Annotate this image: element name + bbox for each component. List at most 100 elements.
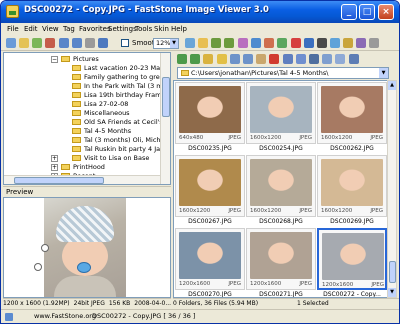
tree-item[interactable]: Tal Ruskin bit party 4 Jan 08	[72, 145, 170, 154]
thumbnail-card[interactable]: 1600x1200 JPEG DSC00254.JPG	[246, 82, 316, 154]
thumbnail-image	[179, 159, 241, 206]
thumbnail-card[interactable]: 640x480 JPEG DSC00235.JPG	[175, 82, 245, 154]
folder-icon	[72, 128, 81, 134]
thumbnail-card[interactable]: 1200x1600 JPEG DSC00270.JPG	[175, 228, 245, 297]
menu-help[interactable]: Help	[171, 25, 187, 33]
zoom-select[interactable]: 12% ▼	[153, 38, 179, 49]
maximize-button[interactable]: □	[359, 4, 375, 20]
delete-file-icon[interactable]	[269, 54, 279, 64]
print-icon[interactable]	[317, 38, 327, 48]
title-bar[interactable]: DSC00272 - Copy.JPG - FastStone Image Vi…	[1, 1, 399, 23]
move-icon[interactable]	[243, 54, 253, 64]
open-icon[interactable]	[19, 38, 29, 48]
tree-item-selected[interactable]: Tal 4-5 Months	[72, 127, 131, 136]
tree-item[interactable]: Tal (3 months) Oli, Micha	[72, 136, 165, 145]
close-button[interactable]: ×	[378, 4, 394, 20]
expand-icon[interactable]: +	[51, 155, 58, 162]
menu-file[interactable]: File	[7, 25, 19, 33]
menu-tag[interactable]: Tag	[63, 25, 75, 33]
zoom-in-icon[interactable]	[59, 38, 69, 48]
menu-skin[interactable]: Skin	[154, 25, 169, 33]
new-folder-icon[interactable]	[256, 54, 266, 64]
back-arrow-icon[interactable]	[177, 54, 187, 64]
folder-icon	[72, 155, 81, 161]
flip-icon[interactable]	[238, 38, 248, 48]
scroll-thumb[interactable]	[162, 77, 170, 117]
fullscreen-icon[interactable]	[185, 38, 195, 48]
menu-tools[interactable]: Tools	[135, 25, 152, 33]
tree-item[interactable]: Lisa 19th birthday Frame resiz	[72, 91, 170, 100]
red-eye-icon[interactable]	[291, 38, 301, 48]
menu-view[interactable]: View	[42, 25, 59, 33]
email-icon[interactable]	[304, 38, 314, 48]
rotate-left-icon[interactable]	[211, 38, 221, 48]
fit-window-icon[interactable]	[98, 38, 108, 48]
collapse-icon[interactable]: −	[51, 56, 58, 63]
slideshow-icon[interactable]	[330, 38, 340, 48]
thumbnail-card[interactable]: 1600x1200 JPEG DSC00269.JPG	[317, 155, 387, 227]
thumbnail-size-icon[interactable]	[296, 54, 306, 64]
thumbnail-card[interactable]: 1200x1600 JPEG DSC00271.JPG	[246, 228, 316, 297]
help-icon[interactable]	[369, 38, 379, 48]
rotate-right-icon[interactable]	[224, 38, 234, 48]
select-all-icon[interactable]	[283, 54, 293, 64]
thumbnail-format: JPEG	[228, 208, 241, 214]
copy-icon[interactable]	[230, 54, 240, 64]
star-icon[interactable]	[198, 38, 208, 48]
menu-favorites[interactable]: Favorites	[79, 25, 111, 33]
favorite-star-icon[interactable]	[217, 54, 227, 64]
magnifier-icon[interactable]	[34, 263, 42, 271]
menu-settings[interactable]: Settings	[108, 25, 137, 33]
thumbnail-card[interactable]: 1600x1200 JPEG DSC00262.JPG	[317, 82, 387, 154]
thumbnail-grid: 640x480 JPEG DSC00235.JPG 1600x1200 JPEG D…	[173, 80, 391, 298]
tree-item-printhood[interactable]: PrintHood	[61, 163, 105, 172]
scroll-thumb[interactable]	[389, 261, 396, 283]
website-link[interactable]: www.FastStone.org	[34, 310, 96, 323]
settings-icon[interactable]	[343, 38, 353, 48]
tree-item[interactable]: Family gathering to greet Tevy	[72, 73, 170, 82]
smooth-checkbox[interactable]	[121, 39, 129, 47]
tree-item[interactable]: Old SA Friends at Cecil's	[72, 118, 163, 127]
minimize-button[interactable]: _	[341, 4, 357, 20]
thumbnail-meta: 1600x1200 JPEG	[321, 135, 383, 141]
color-icon[interactable]	[277, 38, 287, 48]
tree-item-pictures[interactable]: Pictures	[61, 55, 99, 64]
tree-item[interactable]: Last vacation 20-23 March 2...	[72, 64, 170, 73]
filter-icon[interactable]	[349, 54, 359, 64]
browse-icon[interactable]	[32, 38, 42, 48]
thumbnail-meta: 1200x1600 JPEG	[179, 281, 241, 287]
tree-item[interactable]: Visit to Lisa on Base	[72, 154, 149, 163]
back-icon[interactable]	[6, 38, 16, 48]
chevron-down-icon[interactable]: ▼	[379, 68, 388, 78]
resize-icon[interactable]	[264, 38, 274, 48]
address-bar[interactable]: C:\Users\jonathan\Pictures\Tal 4-5 Month…	[177, 67, 389, 79]
tree-horizontal-scrollbar[interactable]	[4, 175, 160, 184]
folder-up-icon[interactable]	[203, 54, 213, 64]
tree-item[interactable]: In the Park with Tal (3 months	[72, 82, 170, 91]
thumbnail-image	[250, 232, 312, 279]
scroll-thumb[interactable]	[14, 177, 104, 184]
zoom-out-icon[interactable]	[72, 38, 82, 48]
tree-item[interactable]: Miscellaneous	[72, 109, 130, 118]
compare-icon[interactable]	[356, 38, 366, 48]
thumbnail-card[interactable]: 1600x1200 JPEG DSC00268.JPG	[246, 155, 316, 227]
faststone-logo-icon	[5, 313, 13, 321]
thumbnail-card-selected[interactable]: 1200x1600 JPEG DSC00272 - Copy...	[317, 228, 387, 297]
scroll-down-icon[interactable]: ▼	[388, 288, 396, 297]
menu-edit[interactable]: Edit	[24, 25, 38, 33]
details-view-icon[interactable]	[335, 54, 345, 64]
crop-icon[interactable]	[251, 38, 261, 48]
tree-vertical-scrollbar[interactable]	[160, 53, 170, 184]
tree-item[interactable]: Lisa 27-02-08	[72, 100, 128, 109]
grid-vertical-scrollbar[interactable]: ▲ ▼	[387, 80, 397, 298]
thumbnail-card[interactable]: 1600x1200 JPEG DSC00267.JPG	[175, 155, 245, 227]
delete-icon[interactable]	[45, 38, 55, 48]
sort-icon[interactable]	[309, 54, 319, 64]
view-mode-icon[interactable]	[322, 54, 332, 64]
folder-tree[interactable]: − Pictures Last vacation 20-23 March 2..…	[3, 52, 171, 185]
forward-arrow-icon[interactable]	[190, 54, 200, 64]
zoom-handle-icon[interactable]	[41, 244, 49, 252]
expand-icon[interactable]: +	[51, 164, 58, 171]
scroll-up-icon[interactable]: ▲	[388, 81, 396, 90]
actual-size-icon[interactable]	[85, 38, 95, 48]
